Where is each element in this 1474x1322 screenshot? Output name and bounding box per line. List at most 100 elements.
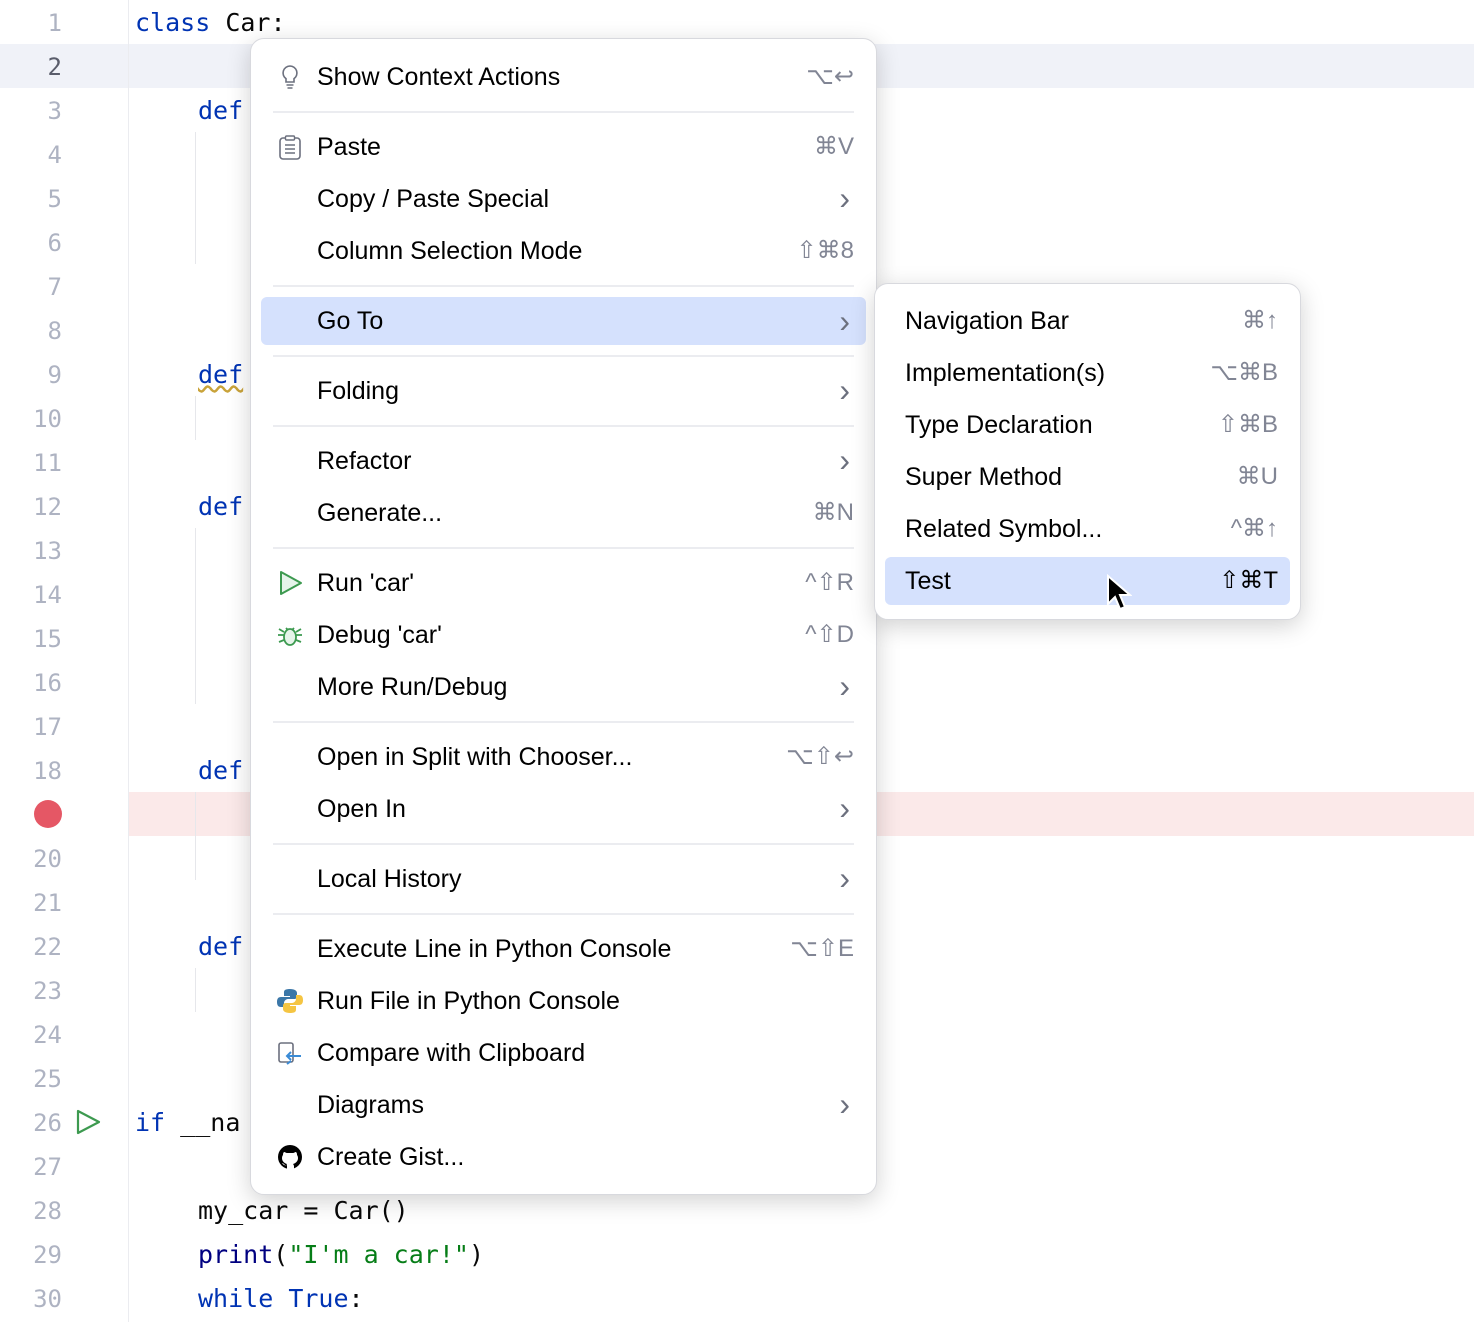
menu-separator bbox=[273, 721, 854, 723]
menu-item-compare-with-clipboard[interactable]: Compare with Clipboard bbox=[261, 1027, 866, 1079]
line-number[interactable]: 29 bbox=[0, 1233, 62, 1277]
menu-item-local-history[interactable]: Local History › bbox=[261, 853, 866, 905]
line-number[interactable]: 1 bbox=[0, 1, 62, 45]
line-number[interactable]: 24 bbox=[0, 1013, 62, 1057]
code-line-28[interactable]: my_car = Car() bbox=[198, 1189, 409, 1233]
line-number[interactable]: 30 bbox=[0, 1277, 62, 1321]
menu-item-label: Copy / Paste Special bbox=[317, 185, 550, 213]
line-number[interactable]: 18 bbox=[0, 749, 62, 793]
menu-item-label: Test bbox=[905, 567, 951, 595]
line-number[interactable]: 3 bbox=[0, 89, 62, 133]
menu-item-paste[interactable]: Paste ⌘V bbox=[261, 121, 866, 173]
menu-separator bbox=[273, 285, 854, 287]
line-number[interactable]: 6 bbox=[0, 221, 62, 265]
line-number[interactable]: 5 bbox=[0, 177, 62, 221]
code-line-12[interactable]: def bbox=[198, 485, 243, 529]
menu-item-test[interactable]: Test ⇧⌘T bbox=[885, 557, 1290, 605]
code-line-9[interactable]: def bbox=[198, 353, 243, 397]
submenu-arrow-icon: › bbox=[839, 442, 850, 478]
go-to-submenu: Navigation Bar ⌘↑ Implementation(s) ⌥⌘B Type… bbox=[874, 283, 1301, 620]
code-line-29[interactable]: print("I'm a car!") bbox=[198, 1233, 484, 1277]
menu-item-show-context-actions[interactable]: Show Context Actions ⌥↩ bbox=[261, 51, 866, 103]
menu-item-label: Refactor bbox=[317, 447, 412, 475]
keyword: True bbox=[288, 1284, 349, 1313]
submenu-arrow-icon: › bbox=[839, 860, 850, 896]
menu-item-run-file-in-python-console[interactable]: Run File in Python Console bbox=[261, 975, 866, 1027]
menu-item-label: Show Context Actions bbox=[317, 63, 561, 91]
menu-item-folding[interactable]: Folding › bbox=[261, 365, 866, 417]
line-number[interactable]: 8 bbox=[0, 309, 62, 353]
breakpoint-icon[interactable] bbox=[34, 800, 62, 828]
menu-item-related-symbol[interactable]: Related Symbol... ^⌘↑ bbox=[885, 503, 1290, 555]
line-number[interactable]: 13 bbox=[0, 529, 62, 573]
menu-item-run-car[interactable]: Run 'car' ^⇧R bbox=[261, 557, 866, 609]
python-icon bbox=[277, 988, 303, 1014]
code-line-18[interactable]: def bbox=[198, 749, 243, 793]
line-number[interactable]: 10 bbox=[0, 397, 62, 441]
menu-item-shortcut: ⌥↩ bbox=[806, 63, 854, 90]
menu-item-shortcut: ⌥⌘B bbox=[1210, 359, 1278, 386]
line-number[interactable]: 17 bbox=[0, 705, 62, 749]
compare-icon bbox=[277, 1040, 303, 1066]
submenu-arrow-icon: › bbox=[839, 180, 850, 216]
menu-item-open-in-split-with-chooser[interactable]: Open in Split with Chooser... ⌥⇧↩ bbox=[261, 731, 866, 783]
menu-item-refactor[interactable]: Refactor › bbox=[261, 435, 866, 487]
code-line-26[interactable]: if __na bbox=[135, 1101, 240, 1145]
menu-item-type-declaration[interactable]: Type Declaration ⇧⌘B bbox=[885, 399, 1290, 451]
keyword: class bbox=[135, 8, 211, 37]
menu-item-label: Run 'car' bbox=[317, 569, 415, 597]
line-number[interactable]: 14 bbox=[0, 573, 62, 617]
menu-item-copy-paste-special[interactable]: Copy / Paste Special › bbox=[261, 173, 866, 225]
line-number[interactable]: 12 bbox=[0, 485, 62, 529]
menu-item-navigation-bar[interactable]: Navigation Bar ⌘↑ bbox=[885, 295, 1290, 347]
menu-item-open-in[interactable]: Open In › bbox=[261, 783, 866, 835]
submenu-arrow-icon: › bbox=[839, 668, 850, 704]
menu-item-more-run-debug[interactable]: More Run/Debug › bbox=[261, 661, 866, 713]
menu-item-label: Column Selection Mode bbox=[317, 237, 583, 265]
menu-item-execute-line-in-python-console[interactable]: Execute Line in Python Console ⌥⇧E bbox=[261, 923, 866, 975]
line-number[interactable]: 2 bbox=[0, 45, 62, 89]
line-number[interactable]: 16 bbox=[0, 661, 62, 705]
menu-item-super-method[interactable]: Super Method ⌘U bbox=[885, 451, 1290, 503]
paren: ) bbox=[468, 1240, 485, 1269]
line-number[interactable]: 25 bbox=[0, 1057, 62, 1101]
menu-item-create-gist[interactable]: Create Gist... bbox=[261, 1131, 866, 1183]
line-number[interactable]: 9 bbox=[0, 353, 62, 397]
menu-item-generate[interactable]: Generate... ⌘N bbox=[261, 487, 866, 539]
menu-item-label: Paste bbox=[317, 133, 381, 161]
indent-guide bbox=[195, 132, 196, 264]
line-number[interactable]: 27 bbox=[0, 1145, 62, 1189]
code-text: Car: bbox=[210, 8, 286, 37]
line-number[interactable]: 28 bbox=[0, 1189, 62, 1233]
code-text: : bbox=[348, 1284, 364, 1313]
menu-separator bbox=[273, 913, 854, 915]
menu-item-implementation-s[interactable]: Implementation(s) ⌥⌘B bbox=[885, 347, 1290, 399]
line-number[interactable]: 4 bbox=[0, 133, 62, 177]
menu-item-label: Local History bbox=[317, 865, 462, 893]
code-line-22[interactable]: def bbox=[198, 925, 243, 969]
paren: ( bbox=[273, 1240, 289, 1269]
menu-item-column-selection-mode[interactable]: Column Selection Mode ⇧⌘8 bbox=[261, 225, 866, 277]
menu-separator bbox=[273, 111, 854, 113]
menu-item-debug-car[interactable]: Debug 'car' ^⇧D bbox=[261, 609, 866, 661]
menu-item-label: Run File in Python Console bbox=[317, 987, 620, 1015]
context-menu: Show Context Actions ⌥↩ Paste ⌘V Copy / Past… bbox=[250, 38, 877, 1195]
menu-item-diagrams[interactable]: Diagrams › bbox=[261, 1079, 866, 1131]
line-number[interactable]: 15 bbox=[0, 617, 62, 661]
line-number[interactable]: 23 bbox=[0, 969, 62, 1013]
run-gutter-icon[interactable] bbox=[74, 1108, 102, 1136]
line-number[interactable]: 11 bbox=[0, 441, 62, 485]
line-number[interactable]: 22 bbox=[0, 925, 62, 969]
menu-item-label: Diagrams bbox=[317, 1091, 424, 1119]
code-line-30[interactable]: while True: bbox=[198, 1277, 364, 1321]
line-number[interactable]: 26 bbox=[0, 1101, 62, 1145]
menu-item-shortcut: ^⇧R bbox=[805, 569, 854, 596]
menu-item-shortcut: ⌘↑ bbox=[1242, 307, 1278, 334]
menu-item-shortcut: ^⇧D bbox=[805, 621, 854, 648]
code-line-3[interactable]: def bbox=[198, 89, 243, 133]
indent-guide bbox=[195, 792, 196, 880]
menu-item-go-to[interactable]: Go To › bbox=[261, 297, 866, 345]
line-number[interactable]: 20 bbox=[0, 837, 62, 881]
line-number[interactable]: 21 bbox=[0, 881, 62, 925]
line-number[interactable]: 7 bbox=[0, 265, 62, 309]
